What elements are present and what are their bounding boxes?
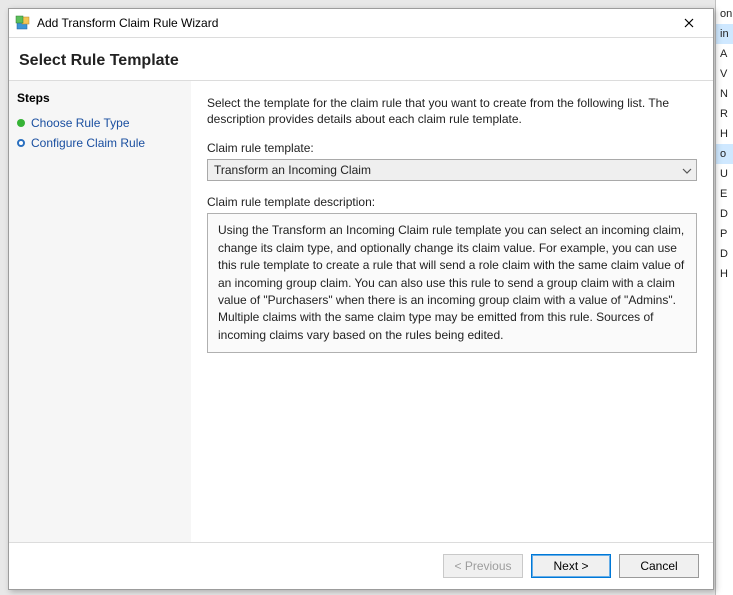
step-bullet-done-icon bbox=[17, 119, 25, 127]
wizard-icon bbox=[15, 15, 31, 31]
background-panel-edge: on in A V N R H o U E D P D H bbox=[715, 0, 733, 595]
wizard-footer: < Previous Next > Cancel bbox=[9, 543, 713, 589]
step-choose-rule-type[interactable]: Choose Rule Type bbox=[17, 113, 183, 133]
close-button[interactable] bbox=[669, 10, 709, 36]
intro-text: Select the template for the claim rule t… bbox=[207, 95, 697, 127]
step-label: Configure Claim Rule bbox=[31, 136, 145, 150]
description-label: Claim rule template description: bbox=[207, 195, 697, 209]
claim-rule-template-select[interactable]: Transform an Incoming Claim bbox=[207, 159, 697, 181]
step-bullet-current-icon bbox=[17, 139, 25, 147]
next-button[interactable]: Next > bbox=[531, 554, 611, 578]
steps-sidebar: Steps Choose Rule Type Configure Claim R… bbox=[9, 81, 191, 542]
window-title: Add Transform Claim Rule Wizard bbox=[37, 16, 669, 30]
previous-button: < Previous bbox=[443, 554, 523, 578]
cancel-button[interactable]: Cancel bbox=[619, 554, 699, 578]
titlebar: Add Transform Claim Rule Wizard bbox=[9, 9, 713, 38]
page-title: Select Rule Template bbox=[9, 38, 713, 80]
template-label: Claim rule template: bbox=[207, 141, 697, 155]
main-panel: Select the template for the claim rule t… bbox=[191, 81, 713, 542]
steps-heading: Steps bbox=[17, 91, 183, 105]
chevron-down-icon bbox=[682, 163, 692, 177]
step-configure-claim-rule[interactable]: Configure Claim Rule bbox=[17, 133, 183, 153]
step-label: Choose Rule Type bbox=[31, 116, 130, 130]
template-description: Using the Transform an Incoming Claim ru… bbox=[207, 213, 697, 353]
template-selected-value: Transform an Incoming Claim bbox=[214, 163, 682, 177]
wizard-dialog: Add Transform Claim Rule Wizard Select R… bbox=[8, 8, 714, 590]
